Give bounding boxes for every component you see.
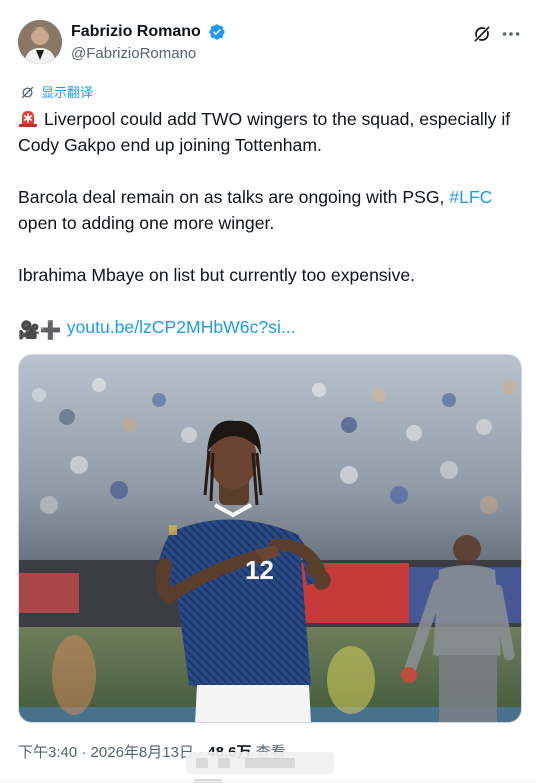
tweet-header: Fabrizio Romano @FabrizioRomano	[18, 20, 522, 68]
author-handle[interactable]: @FabrizioRomano	[71, 44, 226, 64]
tweet-paragraph-3: Ibrahima Mbaye on list but currently too…	[18, 262, 526, 288]
tweet-media-image[interactable]: 12	[18, 354, 522, 723]
translate-icon	[21, 86, 34, 99]
bottom-divider	[0, 781, 536, 782]
youtube-link[interactable]: youtu.be/lzCP2MHbW6c?si...	[67, 317, 296, 337]
tweet-date[interactable]: 2026年8月13日	[91, 744, 194, 761]
tweet-page: Fabrizio Romano @FabrizioRomano 显示翻译 Liv…	[0, 0, 536, 783]
avatar-image	[18, 20, 62, 64]
tweet-text: Liverpool could add TWO wingers to the s…	[18, 106, 526, 343]
translate-link[interactable]: 显示翻译	[20, 85, 93, 101]
hashtag-link[interactable]: #LFC	[449, 187, 492, 207]
author-display-name[interactable]: Fabrizio Romano	[71, 22, 201, 42]
more-options-icon[interactable]	[500, 23, 522, 45]
tweet-line-2-rest: open to adding one more winger.	[18, 213, 275, 233]
avatar[interactable]	[18, 20, 62, 64]
tweet-line-1: Liverpool could add TWO wingers to the s…	[18, 109, 511, 155]
grok-icon[interactable]	[472, 24, 492, 44]
watermark-overlay	[186, 752, 334, 783]
tweet-paragraph-4: 🎥➕ youtu.be/lzCP2MHbW6c?si...	[18, 314, 526, 343]
top-edge	[0, 0, 536, 10]
jersey-number: 12	[245, 555, 274, 585]
verified-badge-icon[interactable]	[208, 23, 226, 41]
rotating-light-emoji	[19, 111, 37, 127]
tweet-line-2: Barcola deal remain on as talks are ongo…	[18, 187, 445, 207]
tweet-paragraph-1: Liverpool could add TWO wingers to the s…	[18, 106, 526, 158]
tweet-line-3: Ibrahima Mbaye on list but currently too…	[18, 265, 416, 285]
meta-separator: ·	[81, 744, 87, 761]
translate-label: 显示翻译	[41, 85, 94, 100]
tweet-time[interactable]: 下午3:40	[18, 744, 77, 761]
player-photo: 12	[19, 355, 521, 722]
author-info: Fabrizio Romano @FabrizioRomano	[71, 22, 226, 64]
camera-plus-emoji: 🎥➕	[18, 320, 62, 340]
tweet-paragraph-2: Barcola deal remain on as talks are ongo…	[18, 184, 526, 236]
